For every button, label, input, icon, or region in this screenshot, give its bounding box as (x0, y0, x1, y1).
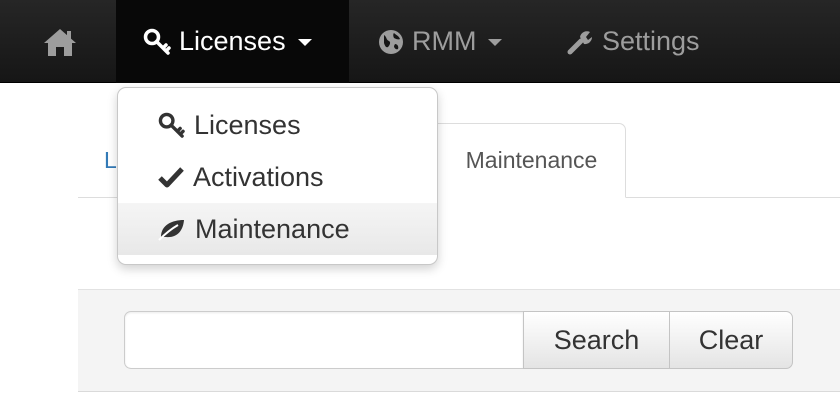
nav-rmm-label: RMM (412, 26, 477, 56)
menu-item-maintenance[interactable]: Maintenance (118, 203, 437, 255)
menu-item-licenses[interactable]: Licenses (118, 99, 437, 151)
key-icon (158, 112, 185, 139)
nav-home[interactable] (30, 0, 90, 83)
nav-settings[interactable]: Settings (566, 0, 700, 83)
licenses-dropdown-menu: Licenses Activations Maintenance (117, 87, 438, 265)
search-button[interactable]: Search (523, 311, 670, 369)
menu-item-label: Licenses (194, 109, 301, 140)
nav-settings-label: Settings (602, 26, 700, 56)
search-input[interactable] (124, 311, 524, 369)
menu-item-label: Activations (193, 161, 324, 192)
globe-icon (378, 29, 404, 55)
home-icon (42, 27, 78, 57)
nav-licenses-dropdown-toggle[interactable]: Licenses (116, 0, 349, 83)
leaf-icon (158, 217, 186, 241)
caret-down-icon (297, 39, 312, 46)
tab-licenses[interactable]: L (104, 147, 117, 174)
tab-maintenance[interactable]: Maintenance (428, 123, 626, 198)
check-icon (158, 165, 184, 189)
menu-item-activations[interactable]: Activations (118, 151, 437, 203)
clear-button[interactable]: Clear (669, 311, 793, 369)
key-icon (143, 28, 171, 56)
menu-item-label: Maintenance (195, 213, 350, 244)
nav-rmm-dropdown-toggle[interactable]: RMM (378, 0, 503, 83)
nav-licenses-label: Licenses (179, 26, 286, 56)
wrench-icon (566, 28, 594, 56)
top-navbar: Licenses RMM Settings (0, 0, 840, 83)
caret-down-icon (488, 39, 503, 46)
